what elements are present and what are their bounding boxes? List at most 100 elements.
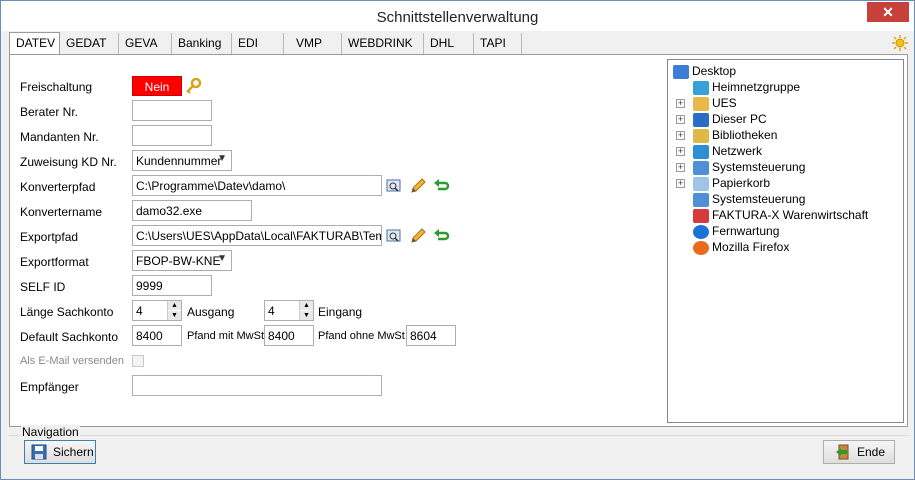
exportpfad-label: Exportpfad [20, 230, 79, 244]
title-bar: Schnittstellenverwaltung ✕ [1, 1, 914, 31]
undo-arrow-icon[interactable] [433, 177, 451, 195]
tab-dhl[interactable]: DHL [424, 33, 474, 54]
tree-item-label: Mozilla Firefox [712, 240, 790, 254]
stepper-up-icon[interactable]: ▲ [168, 301, 181, 310]
selfid-label: SELF ID [20, 280, 66, 294]
default-sachkonto-label: Default Sachkonto [20, 330, 119, 344]
tab-webdrink[interactable]: WEBDRINK [342, 33, 424, 54]
exportformat-value: FBOP-BW-KNE [136, 254, 221, 268]
exportformat-select[interactable]: FBOP-BW-KNE ▼ [132, 250, 232, 271]
tree-item[interactable]: Bibliotheken [693, 128, 777, 144]
tree-item[interactable]: Systemsteuerung [693, 192, 805, 208]
mandanten-input[interactable] [132, 125, 212, 146]
tree-item[interactable]: Systemsteuerung [693, 160, 805, 176]
zuweisung-select[interactable]: Kundennummer ▼ [132, 150, 232, 171]
computer-icon [693, 112, 709, 127]
tab-gedat[interactable]: GEDAT [60, 33, 119, 54]
tree-item[interactable]: Fernwartung [693, 224, 779, 240]
pfand-ohne-label: Pfand ohne MwSt. [318, 330, 408, 342]
save-label: Sichern [53, 445, 94, 459]
tab-banking[interactable]: Banking [172, 33, 232, 54]
email-checkbox[interactable] [132, 355, 144, 367]
expand-toggle-icon[interactable]: + [676, 115, 685, 124]
tab-edi[interactable]: EDI [232, 33, 284, 54]
expand-toggle-icon[interactable]: + [676, 147, 685, 156]
exit-door-icon [836, 444, 849, 460]
zuweisung-value: Kundennummer [136, 154, 222, 168]
stepper-buttons: ▲ ▼ [167, 301, 181, 320]
tab-tapi[interactable]: TAPI [474, 33, 522, 54]
exportformat-label: Exportformat [20, 255, 89, 269]
key-icon[interactable] [184, 77, 202, 95]
tab-strip: DATEV GEDAT GEVA Banking EDI VMP WEBDRIN… [9, 32, 909, 54]
tab-geva[interactable]: GEVA [119, 33, 172, 54]
expand-toggle-icon[interactable]: + [676, 163, 685, 172]
pencil-icon[interactable] [409, 227, 427, 245]
freischaltung-label: Freischaltung [20, 80, 93, 94]
navigation-group: Navigation [9, 425, 908, 467]
tree-item-label: Bibliotheken [712, 128, 778, 142]
konverterpfad-input[interactable]: C:\Programme\Datev\damo\ [132, 175, 382, 196]
konvertername-label: Konvertername [20, 205, 103, 219]
pfand-mit-input[interactable]: 8400 [264, 325, 314, 346]
libraries-icon [693, 128, 709, 143]
tree-item-label: FAKTURA-X Warenwirtschaft [712, 208, 869, 222]
exit-button[interactable]: Ende [823, 440, 895, 464]
expand-toggle-icon[interactable]: + [676, 179, 685, 188]
empfaenger-input[interactable] [132, 375, 382, 396]
tree-item[interactable]: Mozilla Firefox [693, 240, 789, 256]
undo-arrow-icon[interactable] [433, 227, 451, 245]
teamviewer-icon [693, 224, 709, 239]
tree-item[interactable]: Dieser PC [693, 112, 767, 128]
berater-input[interactable] [132, 100, 212, 121]
selfid-input[interactable]: 9999 [132, 275, 212, 296]
eingang-stepper[interactable]: 4 ▲ ▼ [264, 300, 314, 321]
pencil-icon[interactable] [409, 177, 427, 195]
ausgang-stepper[interactable]: 4 ▲ ▼ [132, 300, 182, 321]
browse-icon[interactable] [385, 177, 403, 195]
expand-toggle-icon[interactable]: + [676, 99, 685, 108]
exportpfad-input[interactable]: C:\Users\UES\AppData\Local\FAKTURAB\Temp… [132, 225, 382, 246]
navigation-legend: Navigation [21, 425, 80, 439]
stepper-buttons: ▲ ▼ [299, 301, 313, 320]
divider [9, 435, 908, 436]
ausgang-label: Ausgang [187, 305, 235, 319]
tree-item-label: Dieser PC [712, 112, 767, 126]
tree-item[interactable]: Heimnetzgruppe [693, 80, 800, 96]
sun-icon[interactable] [892, 35, 908, 51]
stepper-down-icon[interactable]: ▼ [300, 311, 313, 320]
tree-item-label: UES [712, 96, 737, 110]
empfaenger-label: Empfänger [20, 380, 79, 394]
chevron-down-icon: ▼ [217, 153, 227, 164]
expand-toggle-icon[interactable]: + [676, 131, 685, 140]
eingang-value: 4 [268, 304, 275, 318]
tree-item-label: Systemsteuerung [712, 160, 806, 174]
tab-datev[interactable]: DATEV [9, 32, 60, 54]
eingang-label: Eingang [318, 305, 363, 319]
tree-item-label: Fernwartung [712, 224, 780, 238]
folder-tree[interactable]: Desktop Heimnetzgruppe + UES + Dieser PC + Bibl… [667, 59, 904, 423]
ausgang-value: 4 [136, 304, 143, 318]
konvertername-input[interactable]: damo32.exe [132, 200, 252, 221]
tree-item-label: Heimnetzgruppe [712, 80, 801, 94]
default-sachkonto-input[interactable]: 8400 [132, 325, 182, 346]
tree-item[interactable]: UES [693, 96, 737, 112]
stepper-up-icon[interactable]: ▲ [300, 301, 313, 310]
recycle-bin-icon [693, 176, 709, 191]
browse-icon[interactable] [385, 227, 403, 245]
tree-item-label: Desktop [692, 64, 737, 78]
user-folder-icon [693, 96, 709, 111]
stepper-down-icon[interactable]: ▼ [168, 311, 181, 320]
tree-item[interactable]: FAKTURA-X Warenwirtschaft [693, 208, 868, 224]
save-button[interactable]: Sichern [24, 440, 96, 464]
pfand-ohne-input[interactable]: 8604 [406, 325, 456, 346]
tree-item[interactable]: Papierkorb [693, 176, 770, 192]
faktura-icon [693, 208, 709, 223]
tab-vmp[interactable]: VMP [284, 33, 342, 54]
window-title: Schnittstellenverwaltung [376, 9, 539, 26]
close-button[interactable]: ✕ [867, 2, 909, 22]
tree-item[interactable]: Netzwerk [693, 144, 762, 160]
zuweisung-label: Zuweisung KD Nr. [20, 155, 117, 169]
tree-item[interactable]: Desktop [673, 64, 736, 80]
tree-item-label: Papierkorb [712, 176, 771, 190]
